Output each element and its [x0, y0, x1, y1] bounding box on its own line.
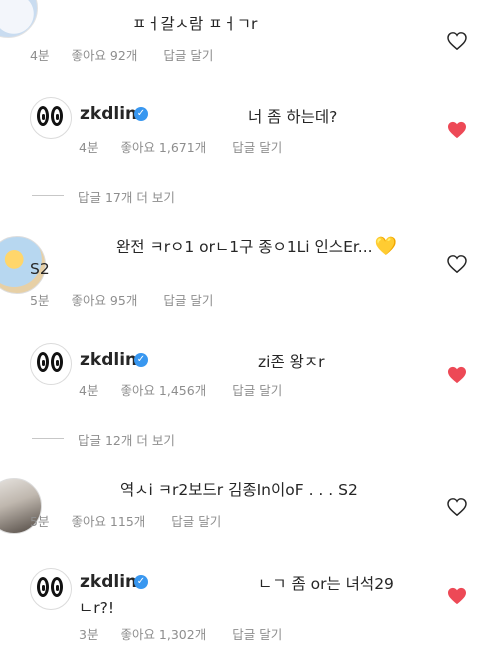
comment-text-line2: S2	[30, 260, 50, 278]
heart-icon[interactable]	[447, 32, 467, 50]
like-count[interactable]: 좋아요 92개	[71, 48, 137, 63]
view-replies-button[interactable]: 답글 17개 더 보기	[78, 187, 175, 206]
heart-icon[interactable]	[447, 498, 467, 516]
avatar[interactable]	[30, 97, 72, 139]
avatar[interactable]	[30, 343, 72, 385]
heart-filled-icon[interactable]	[447, 366, 467, 384]
comment-time: 4분	[79, 383, 99, 398]
divider	[32, 195, 64, 196]
verified-badge-icon: ✓	[134, 575, 148, 589]
like-count[interactable]: 좋아요 1,302개	[120, 627, 206, 642]
comment-meta: 3분 좋아요 1,302개 답글 달기	[79, 624, 304, 643]
comment-text-line2: ㄴr?!	[79, 599, 115, 617]
comment-text: 완전 ㅋrㅇ1 orㄴ1구 종ㅇ1Li 인스Er... 💛	[116, 236, 398, 257]
avatar[interactable]	[0, 0, 38, 38]
username[interactable]: zkdlin	[80, 104, 137, 124]
username[interactable]: zkdlin	[80, 350, 137, 370]
reply-button[interactable]: 답글 달기	[171, 514, 221, 529]
like-count[interactable]: 좋아요 115개	[71, 514, 145, 529]
divider	[32, 438, 64, 439]
reply-button[interactable]: 답글 달기	[163, 48, 213, 63]
verified-badge-icon: ✓	[134, 107, 148, 121]
heart-filled-icon[interactable]	[447, 121, 467, 139]
avatar[interactable]	[30, 568, 72, 610]
like-count[interactable]: 좋아요 1,456개	[120, 383, 206, 398]
comment-text: ㄴㄱ 좀 or는 녀석29	[258, 575, 394, 593]
comment-meta: 4분 좋아요 1,671개 답글 달기	[79, 137, 304, 156]
comment-time: 4분	[79, 140, 99, 155]
reply-button[interactable]: 답글 달기	[232, 627, 282, 642]
like-count[interactable]: 좋아요 95개	[71, 293, 137, 308]
reply-button[interactable]: 답글 달기	[232, 383, 282, 398]
view-replies-button[interactable]: 답글 12개 더 보기	[78, 430, 175, 449]
comment-meta: 4분 좋아요 92개 답글 달기	[30, 45, 235, 64]
comment-time: 5분	[30, 293, 50, 308]
reply-button[interactable]: 답글 달기	[232, 140, 282, 155]
like-count[interactable]: 좋아요 1,671개	[120, 140, 206, 155]
comment-time: 4분	[30, 48, 50, 63]
username[interactable]: zkdlin	[80, 572, 137, 592]
verified-badge-icon: ✓	[134, 353, 148, 367]
comment-text: 너 좀 하는데?	[248, 108, 338, 126]
comment-text: ㅍㅓ갈ㅅ람 ㅍㅓㄱr	[132, 15, 258, 33]
heart-icon[interactable]	[447, 255, 467, 273]
yellow-heart-emoji: 💛	[374, 236, 398, 257]
comment-text: 역ㅅi ㅋr2보드r 김종In이oF . . . S2	[120, 481, 358, 499]
comment-meta: 5분 좋아요 95개 답글 달기	[30, 290, 235, 309]
comment-meta: 5분 좋아요 115개 답글 달기	[30, 511, 243, 530]
comment-time: 5분	[30, 514, 50, 529]
comment-text: zi존 왕ㅈr	[258, 353, 325, 371]
heart-filled-icon[interactable]	[447, 587, 467, 605]
comment-meta: 4분 좋아요 1,456개 답글 달기	[79, 380, 304, 399]
comment-time: 3분	[79, 627, 99, 642]
reply-button[interactable]: 답글 달기	[163, 293, 213, 308]
